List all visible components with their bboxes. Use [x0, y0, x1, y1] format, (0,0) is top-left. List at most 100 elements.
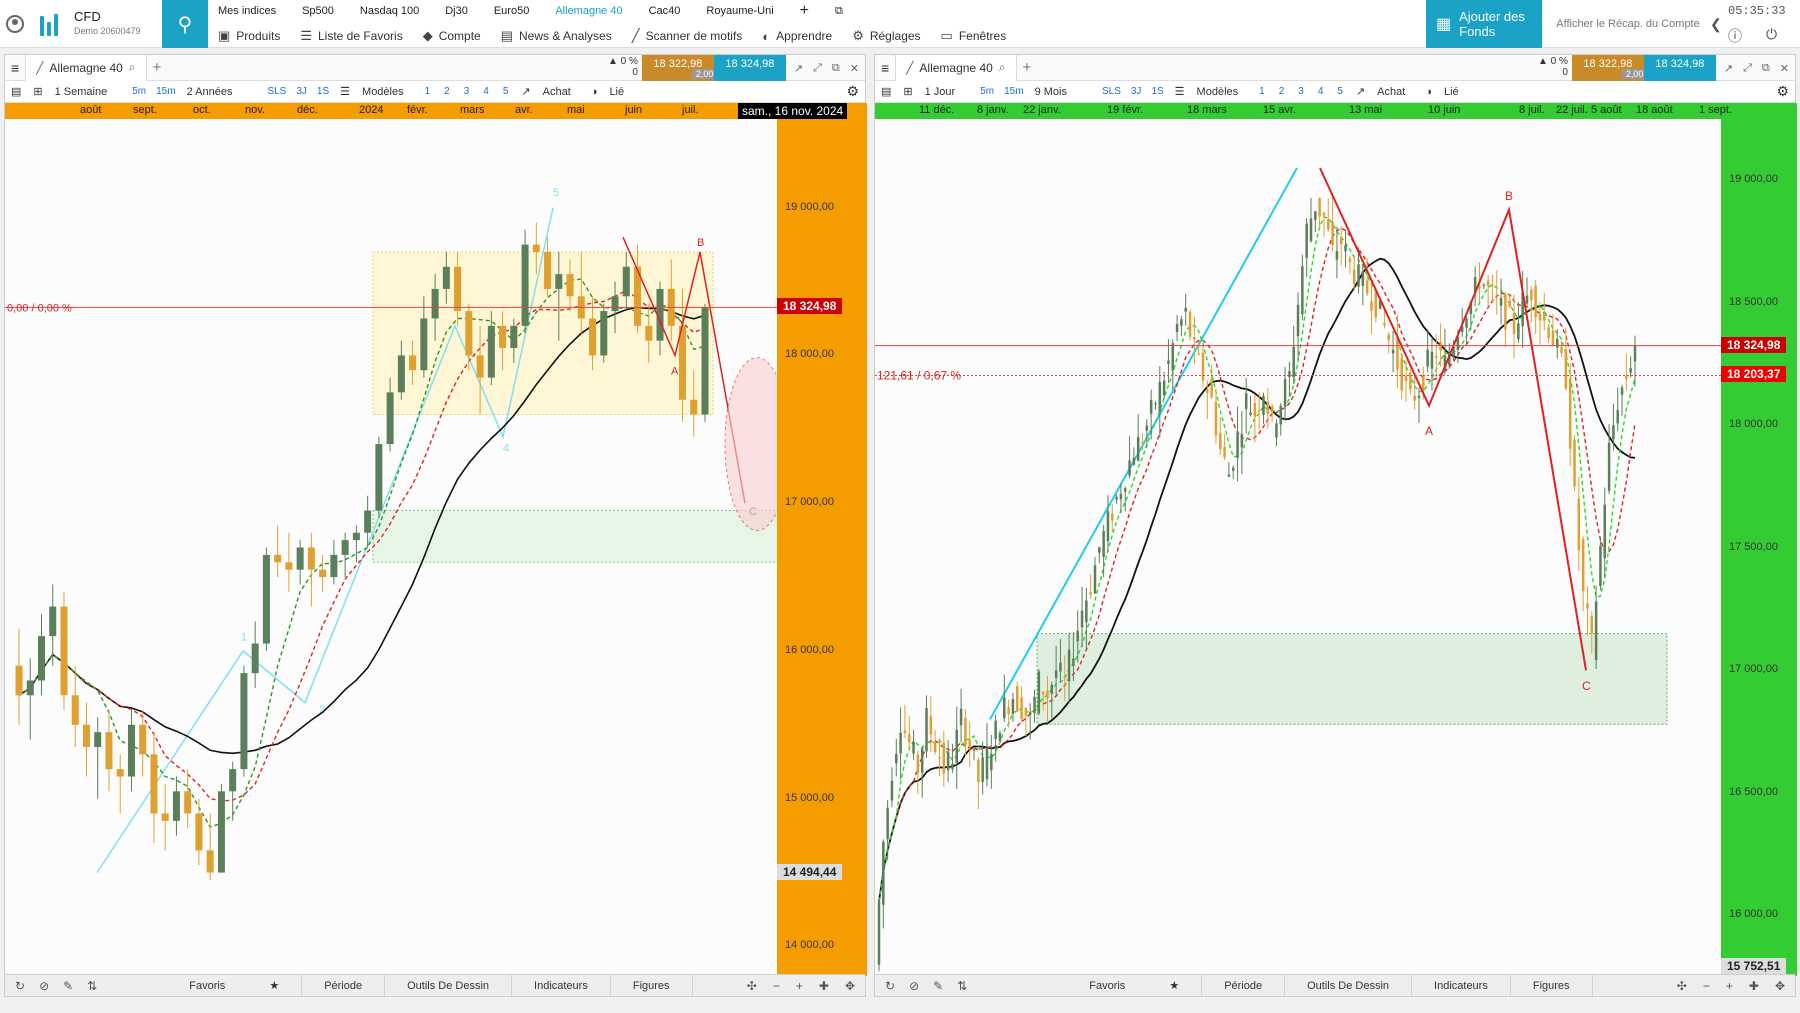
price-chart[interactable]: A B C 121,61 / 0,67 %	[875, 119, 1721, 976]
arrow-icon[interactable]: ↗	[1724, 62, 1733, 75]
pan-icon[interactable]: ✣	[747, 979, 757, 993]
zoom-in-icon[interactable]: +	[1726, 979, 1733, 993]
buy-price-button[interactable]: 18 324,98	[713, 55, 786, 81]
ticker-tab[interactable]: Dj30	[435, 5, 484, 17]
layout-number-button[interactable]: 3	[457, 86, 477, 97]
star-icon[interactable]: ★	[269, 979, 279, 992]
refresh-icon[interactable]: ↻	[885, 979, 895, 993]
ticker-tab[interactable]: Mes indices	[208, 5, 292, 17]
menu-icon[interactable]: ≡	[875, 60, 895, 76]
settings-icon[interactable]: ⚙	[1770, 83, 1795, 100]
chart-area[interactable]: 12345ABC0,00 / 0,00 %	[5, 119, 790, 976]
layout-number-button[interactable]: 2	[437, 86, 457, 97]
search-button[interactable]: ⚲	[162, 0, 208, 48]
layout-number-button[interactable]: 5	[1330, 86, 1350, 97]
footer-button[interactable]: Figures	[611, 974, 693, 997]
models-icon[interactable]: ☰	[1169, 85, 1191, 98]
footer-button[interactable]: Figures	[1511, 974, 1593, 997]
arrows-icon[interactable]: ⇅	[957, 979, 967, 993]
pen-icon[interactable]: ✎	[933, 979, 943, 993]
layout-number-button[interactable]: 1	[418, 86, 438, 97]
search-icon[interactable]: ⌕	[999, 60, 1006, 75]
pen-icon[interactable]: ✎	[63, 979, 73, 993]
move-icon[interactable]: ✥	[845, 979, 855, 993]
interval-select[interactable]: 1 Jour	[919, 86, 976, 98]
arrow-icon[interactable]: ↗	[794, 62, 803, 75]
sell-price-button[interactable]: 18 322,98 2,00	[641, 55, 718, 81]
footer-button[interactable]: Outils De Dessin	[385, 974, 513, 997]
ticker-tab[interactable]: Nasdaq 100	[350, 5, 435, 17]
buy-price-button[interactable]: 18 324,98	[1643, 55, 1716, 81]
zoom-out-icon[interactable]: −	[773, 979, 780, 993]
crosshair-icon[interactable]: ✚	[819, 979, 829, 993]
zoom-in-icon[interactable]: +	[796, 979, 803, 993]
ticker-tab[interactable]: Royaume-Uni	[696, 5, 789, 17]
buy-icon[interactable]: ↗	[515, 85, 536, 98]
footer-button[interactable]: Favoris ★	[167, 974, 303, 997]
close-icon[interactable]: ✕	[1780, 62, 1789, 75]
crosshair-icon[interactable]: ✚	[1749, 979, 1759, 993]
table-icon[interactable]: ▤	[875, 85, 897, 98]
search-icon[interactable]: ⌕	[129, 60, 136, 75]
symbol-tab[interactable]: ╱ Allemagne 40 ⌕	[25, 54, 147, 81]
timeframe-button[interactable]: 5m	[127, 86, 151, 97]
style-button[interactable]: SLS	[1097, 86, 1126, 97]
pan-icon[interactable]: ✣	[1677, 979, 1687, 993]
range-select[interactable]: 9 Mois	[1029, 86, 1097, 98]
style-button[interactable]: SLS	[262, 86, 291, 97]
footer-button[interactable]: Indicateurs	[1412, 974, 1511, 997]
ticker-tab[interactable]: Sp500	[292, 5, 350, 17]
timeframe-button[interactable]: 15m	[999, 86, 1028, 97]
footer-button[interactable]: Indicateurs	[512, 974, 611, 997]
link-button[interactable]: Lié	[603, 86, 630, 98]
range-select[interactable]: 2 Années	[181, 86, 263, 98]
account-recap-link[interactable]: Afficher le Récap. du Compte	[1548, 0, 1708, 48]
arrows-icon[interactable]: ⇅	[87, 979, 97, 993]
add-tab-icon[interactable]: +	[147, 59, 168, 76]
menu-icon[interactable]: ≡	[5, 60, 25, 76]
buy-button[interactable]: Achat	[537, 86, 577, 98]
popout-icon[interactable]: ⧉	[832, 62, 840, 75]
refresh-icon[interactable]: ↻	[15, 979, 25, 993]
layout-icon[interactable]: ⊞	[897, 85, 918, 98]
price-chart[interactable]: 12345ABC0,00 / 0,00 %	[5, 119, 790, 976]
ticker-tab[interactable]: Euro50	[484, 5, 545, 17]
style-button[interactable]: 3J	[1126, 86, 1147, 97]
timeframe-button[interactable]: 5m	[975, 86, 999, 97]
chart-area[interactable]: A B C 121,61 / 0,67 %	[875, 119, 1721, 976]
layout-number-button[interactable]: 2	[1272, 86, 1292, 97]
expand-icon[interactable]: ⤢	[813, 62, 822, 75]
menu-item[interactable]: ▭ Fenêtres	[931, 28, 1017, 44]
settings-icon[interactable]: ⚙	[840, 83, 865, 100]
buy-icon[interactable]: ↗	[1350, 85, 1371, 98]
link-icon[interactable]: ◑	[585, 86, 604, 98]
menu-item[interactable]: ◆ Compte	[413, 28, 491, 44]
footer-button[interactable]: Période	[1202, 974, 1286, 997]
models-button[interactable]: Modèles	[1191, 86, 1253, 98]
menu-item[interactable]: ▣ Produits	[208, 28, 290, 44]
power-icon[interactable]: ⏻	[1766, 26, 1777, 46]
zoom-out-icon[interactable]: −	[1703, 979, 1710, 993]
style-button[interactable]: 1S	[312, 86, 334, 97]
add-tab-icon[interactable]: +	[1017, 59, 1038, 76]
ticker-tab[interactable]: Cac40	[639, 5, 697, 17]
footer-button[interactable]: Favoris ★	[1067, 974, 1203, 997]
chevron-left-icon[interactable]: ❮	[1710, 16, 1722, 33]
models-icon[interactable]: ☰	[334, 85, 356, 98]
star-icon[interactable]: ★	[1169, 979, 1179, 992]
menu-item[interactable]: ◐ Apprendre	[752, 29, 842, 44]
expand-icon[interactable]: ⤢	[1743, 62, 1752, 75]
info-icon[interactable]: ⓘ	[1728, 26, 1742, 46]
style-button[interactable]: 3J	[291, 86, 312, 97]
interval-select[interactable]: 1 Semaine	[49, 86, 128, 98]
sell-price-button[interactable]: 18 322,98 2,00	[1571, 55, 1648, 81]
account-avatar-icon[interactable]	[6, 15, 24, 33]
move-icon[interactable]: ✥	[1775, 979, 1785, 993]
add-ticker-icon[interactable]: +	[790, 2, 825, 20]
popout-icon[interactable]: ⧉	[825, 5, 859, 18]
add-funds-button[interactable]: ▦ Ajouter des Fonds	[1426, 0, 1542, 48]
layout-number-button[interactable]: 3	[1291, 86, 1311, 97]
timeframe-button[interactable]: 15m	[151, 86, 180, 97]
footer-button[interactable]: Période	[302, 974, 386, 997]
menu-item[interactable]: ☰ Liste de Favoris	[290, 28, 412, 44]
